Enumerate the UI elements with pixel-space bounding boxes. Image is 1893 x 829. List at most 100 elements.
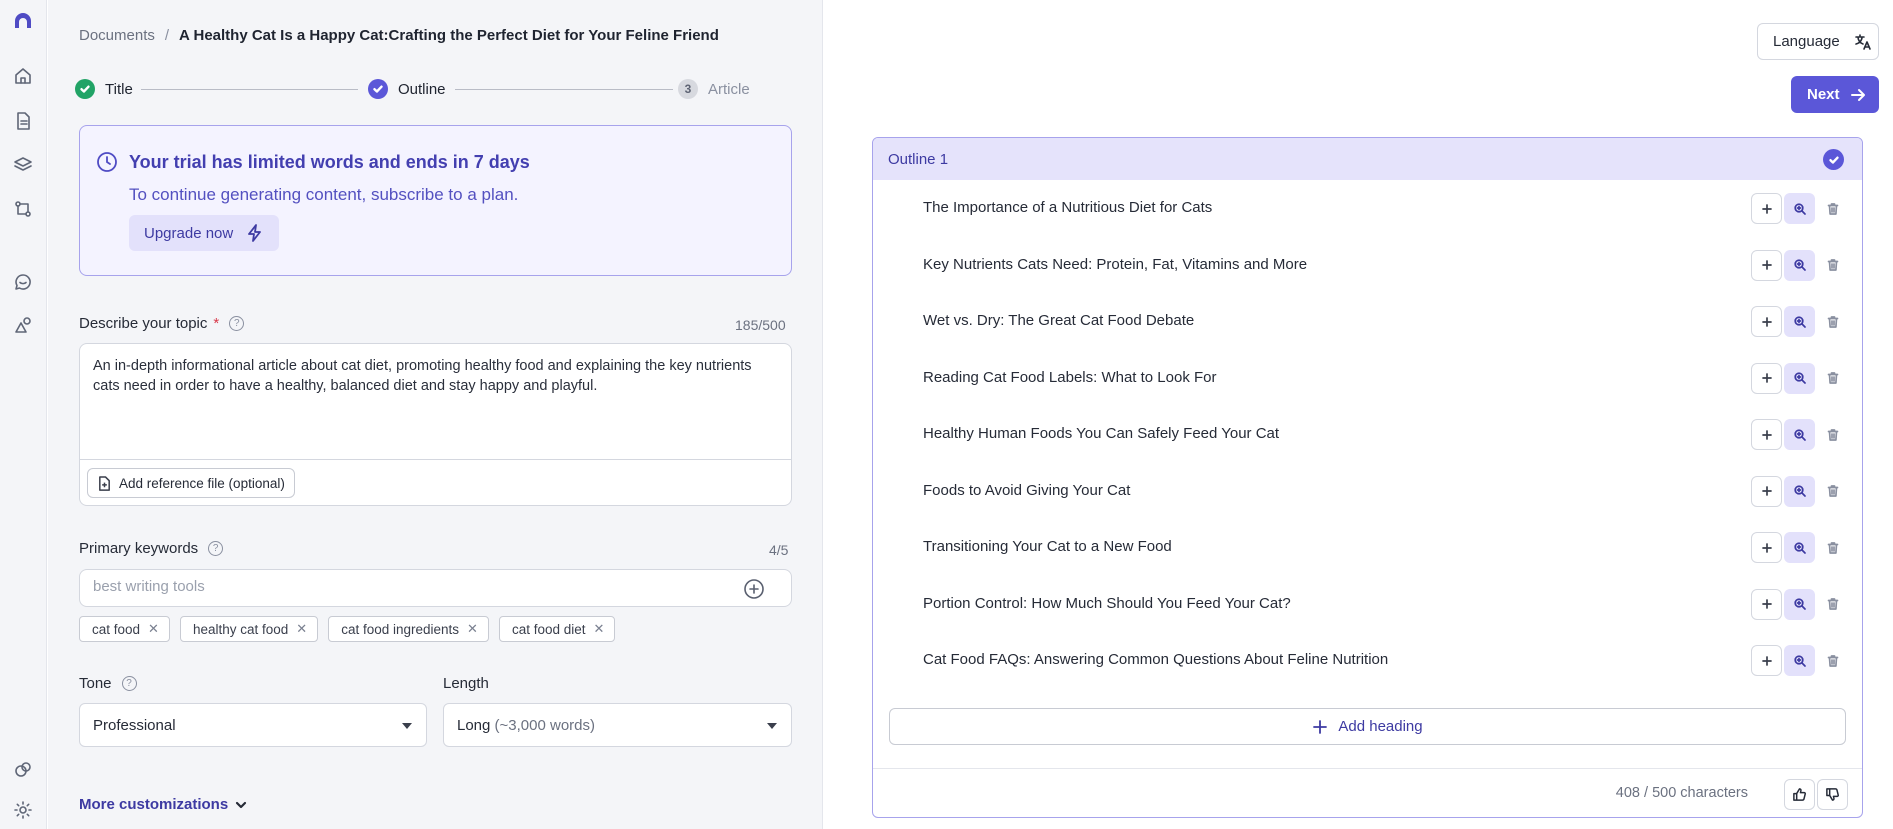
upgrade-button[interactable]: Upgrade now <box>129 215 279 251</box>
plus-icon <box>1761 429 1772 440</box>
tone-label-text: Tone <box>79 675 112 692</box>
help-icon[interactable]: ? <box>208 541 224 556</box>
keywords-input[interactable] <box>93 578 693 595</box>
keywords-label: Primary keywords ? <box>79 540 224 557</box>
research-button[interactable] <box>1784 419 1815 450</box>
add-subheading-button[interactable] <box>1751 645 1782 676</box>
length-select[interactable]: Long (~3,000 words) <box>443 703 792 747</box>
zoom-in-icon <box>1793 372 1806 384</box>
tone-select[interactable]: Professional <box>79 703 427 747</box>
delete-heading-button[interactable] <box>1817 193 1848 224</box>
thumbs-down-icon[interactable] <box>1817 779 1848 810</box>
breadcrumb-documents[interactable]: Documents <box>79 27 155 44</box>
check-circle-icon[interactable] <box>1823 149 1844 170</box>
step-article[interactable]: 3 Article <box>678 79 750 99</box>
research-button[interactable] <box>1784 588 1815 620</box>
outline-heading-text[interactable]: Reading Cat Food Labels: What to Look Fo… <box>923 369 1217 386</box>
add-subheading-button[interactable] <box>1751 362 1782 394</box>
add-circle-icon[interactable] <box>743 578 765 600</box>
outline-heading-row[interactable]: Healthy Human Foods You Can Safely Feed … <box>873 413 1862 457</box>
documents-icon[interactable] <box>8 106 38 136</box>
outline-footer: 408 / 500 characters <box>873 768 1862 817</box>
topic-counter: 185/500 <box>735 317 786 333</box>
research-button[interactable] <box>1784 362 1815 394</box>
add-reference-file-button[interactable]: Add reference file (optional) <box>87 468 295 498</box>
outline-heading-row[interactable]: Key Nutrients Cats Need: Protein, Fat, V… <box>873 244 1862 288</box>
logo-icon[interactable] <box>8 6 38 36</box>
add-heading-button[interactable]: Add heading <box>889 708 1846 745</box>
outline-heading-text[interactable]: Cat Food FAQs: Answering Common Question… <box>923 651 1388 668</box>
outline-heading-row[interactable]: Transitioning Your Cat to a New Food <box>873 526 1862 570</box>
step-outline[interactable]: Outline <box>368 79 446 99</box>
outline-heading-text[interactable]: The Importance of a Nutritious Diet for … <box>923 199 1212 216</box>
outline-heading-row[interactable]: Cat Food FAQs: Answering Common Question… <box>873 639 1862 683</box>
plus-icon <box>1761 655 1772 666</box>
integrations-icon[interactable] <box>8 755 38 785</box>
home-icon[interactable] <box>8 61 38 91</box>
research-button[interactable] <box>1784 306 1815 337</box>
topic-textarea[interactable]: An in-depth informational article about … <box>79 343 792 506</box>
outline-heading-text[interactable]: Healthy Human Foods You Can Safely Feed … <box>923 425 1279 442</box>
close-icon[interactable]: ✕ <box>148 621 159 637</box>
outline-heading-text[interactable]: Key Nutrients Cats Need: Protein, Fat, V… <box>923 256 1307 273</box>
outline-heading-row[interactable]: Wet vs. Dry: The Great Cat Food Debate <box>873 300 1862 344</box>
plus-icon <box>1761 599 1772 609</box>
delete-heading-button[interactable] <box>1817 419 1848 450</box>
help-icon[interactable]: ? <box>121 676 137 691</box>
delete-heading-button[interactable] <box>1817 363 1848 394</box>
outline-heading-text[interactable]: Foods to Avoid Giving Your Cat <box>923 482 1130 499</box>
outline-heading-row[interactable]: Reading Cat Food Labels: What to Look Fo… <box>873 357 1862 401</box>
next-button[interactable]: Next <box>1791 76 1879 113</box>
language-button[interactable]: Language <box>1757 23 1879 60</box>
add-subheading-button[interactable] <box>1751 306 1782 337</box>
outline-heading-row[interactable]: Foods to Avoid Giving Your Cat <box>873 470 1862 514</box>
trash-icon <box>1827 541 1838 554</box>
delete-heading-button[interactable] <box>1817 532 1848 563</box>
workflow-icon[interactable] <box>8 194 38 224</box>
breadcrumb: Documents / A Healthy Cat Is a Happy Cat… <box>79 27 719 44</box>
outline-heading-text[interactable]: Wet vs. Dry: The Great Cat Food Debate <box>923 312 1194 329</box>
clock-icon <box>96 151 118 173</box>
keywords-field <box>79 569 792 607</box>
research-button[interactable] <box>1784 475 1815 507</box>
add-subheading-button[interactable] <box>1751 532 1782 563</box>
help-icon[interactable]: ? <box>229 316 245 331</box>
delete-heading-button[interactable] <box>1817 250 1848 281</box>
add-subheading-button[interactable] <box>1751 588 1782 620</box>
keyword-tag-label: cat food diet <box>511 621 586 637</box>
close-icon[interactable]: ✕ <box>594 621 605 637</box>
delete-heading-button[interactable] <box>1817 476 1848 507</box>
research-button[interactable] <box>1784 645 1815 676</box>
trash-icon <box>1827 654 1838 667</box>
outline-heading-row[interactable]: Portion Control: How Much Should You Fee… <box>873 583 1862 627</box>
step-title-label: Title <box>105 80 133 98</box>
topic-label-text: Describe your topic <box>79 315 208 332</box>
research-button[interactable] <box>1784 532 1815 563</box>
close-icon[interactable]: ✕ <box>296 621 307 637</box>
research-button[interactable] <box>1784 193 1815 224</box>
settings-icon[interactable] <box>8 795 38 825</box>
delete-heading-button[interactable] <box>1817 645 1848 676</box>
trial-banner: Your trial has limited words and ends in… <box>79 125 792 276</box>
close-icon[interactable]: ✕ <box>467 621 478 637</box>
shapes-icon[interactable] <box>8 310 38 340</box>
layers-icon[interactable] <box>8 150 38 180</box>
plus-icon <box>1761 203 1772 214</box>
add-subheading-button[interactable] <box>1751 475 1782 507</box>
outline-heading-text[interactable]: Transitioning Your Cat to a New Food <box>923 538 1172 555</box>
chat-icon[interactable] <box>8 267 38 297</box>
topic-text[interactable]: An in-depth informational article about … <box>93 356 773 396</box>
add-subheading-button[interactable] <box>1751 419 1782 450</box>
outline-heading-row[interactable]: The Importance of a Nutritious Diet for … <box>873 187 1862 231</box>
add-subheading-button[interactable] <box>1751 249 1782 281</box>
outline-heading-text[interactable]: Portion Control: How Much Should You Fee… <box>923 595 1291 612</box>
divider <box>80 459 791 460</box>
step-title[interactable]: Title <box>75 79 133 99</box>
research-button[interactable] <box>1784 249 1815 281</box>
thumbs-up-icon[interactable] <box>1784 779 1815 810</box>
outline-header[interactable]: Outline 1 <box>873 138 1862 180</box>
more-customizations-toggle[interactable]: More customizations <box>79 796 248 813</box>
delete-heading-button[interactable] <box>1817 306 1848 337</box>
delete-heading-button[interactable] <box>1817 589 1848 620</box>
add-subheading-button[interactable] <box>1751 193 1782 224</box>
